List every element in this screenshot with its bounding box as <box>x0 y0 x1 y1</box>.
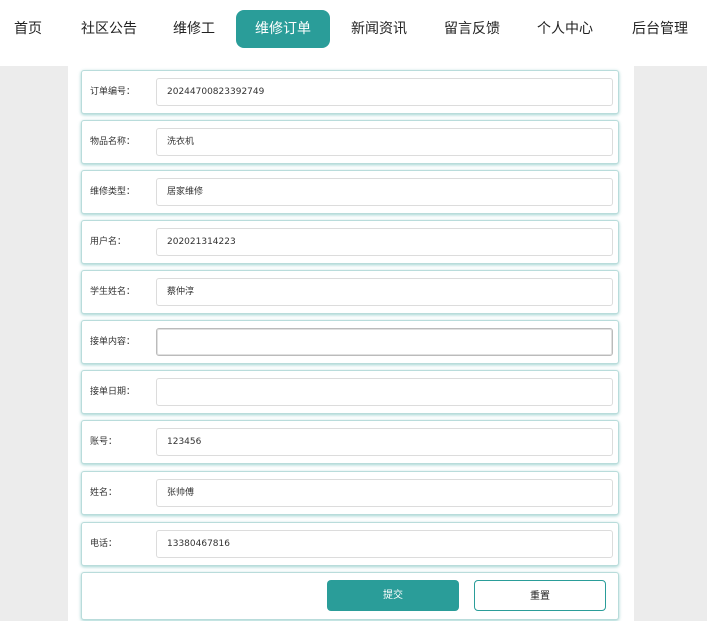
form-row-username: 用户名： 202021314223 <box>81 220 619 264</box>
field-label: 姓名： <box>90 488 118 498</box>
phone-input[interactable]: 13380467816 <box>156 530 613 558</box>
nav-item-admin[interactable]: 后台管理 <box>625 10 695 48</box>
nav-item-news[interactable]: 新闻资讯 <box>344 10 414 48</box>
form-row-name: 姓名： 张帅傅 <box>81 471 619 515</box>
reset-button[interactable]: 重置 <box>474 580 606 611</box>
form-row-order-date: 接单日期： <box>81 370 619 414</box>
nav-item-feedback[interactable]: 留言反馈 <box>437 10 507 48</box>
form-actions: 提交 重置 <box>81 572 619 620</box>
field-label: 维修类型： <box>90 187 136 197</box>
field-label: 订单编号： <box>90 87 136 97</box>
field-label: 电话： <box>90 539 118 549</box>
repair-type-input[interactable]: 居家维修 <box>156 178 613 206</box>
item-name-input[interactable]: 洗衣机 <box>156 128 613 156</box>
submit-button[interactable]: 提交 <box>327 580 459 611</box>
form-row-student-name: 学生姓名： 蔡仲淳 <box>81 270 619 314</box>
nav-item-repairmen[interactable]: 维修工 <box>163 10 225 48</box>
name-input[interactable]: 张帅傅 <box>156 479 613 507</box>
form-row-order-content: 接单内容： <box>81 320 619 364</box>
form-row-account: 账号： 123456 <box>81 420 619 464</box>
field-label: 用户名： <box>90 237 127 247</box>
order-form: 订单编号： 20244700823392749 物品名称： 洗衣机 维修类型： … <box>68 66 634 621</box>
field-label: 账号： <box>90 437 118 447</box>
username-input[interactable]: 202021314223 <box>156 228 613 256</box>
form-row-item-name: 物品名称： 洗衣机 <box>81 120 619 164</box>
student-name-input[interactable]: 蔡仲淳 <box>156 278 613 306</box>
order-date-input[interactable] <box>156 378 613 406</box>
account-input[interactable]: 123456 <box>156 428 613 456</box>
field-label: 接单日期： <box>90 387 136 397</box>
nav-item-repair-orders[interactable]: 维修订单 <box>236 10 330 48</box>
top-navigation: 首页 社区公告 维修工 维修订单 新闻资讯 留言反馈 个人中心 后台管理 <box>0 0 707 66</box>
nav-item-announcements[interactable]: 社区公告 <box>74 10 144 48</box>
nav-item-personal-center[interactable]: 个人中心 <box>530 10 600 48</box>
form-row-phone: 电话： 13380467816 <box>81 522 619 566</box>
field-label: 物品名称： <box>90 137 136 147</box>
order-number-input[interactable]: 20244700823392749 <box>156 78 613 106</box>
form-row-order-number: 订单编号： 20244700823392749 <box>81 70 619 114</box>
nav-item-home[interactable]: 首页 <box>4 10 52 48</box>
field-label: 学生姓名： <box>90 287 136 297</box>
form-row-repair-type: 维修类型： 居家维修 <box>81 170 619 214</box>
field-label: 接单内容： <box>90 337 136 347</box>
order-content-input[interactable] <box>156 328 613 356</box>
